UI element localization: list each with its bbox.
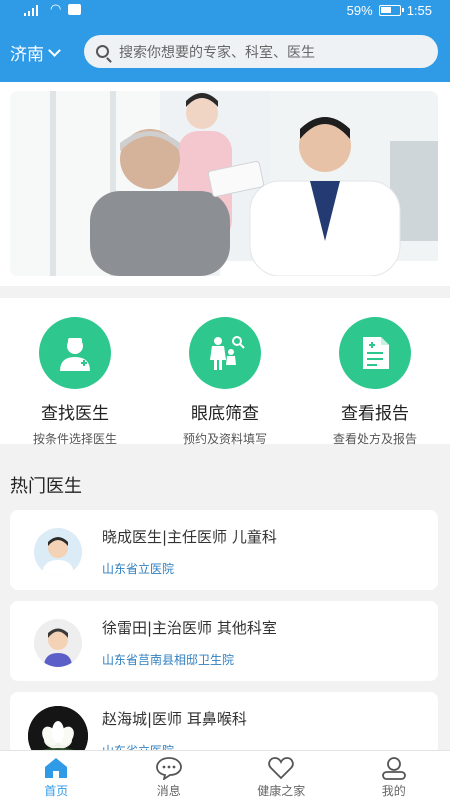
wifi-icon: ◠ [50, 2, 62, 17]
battery-icon [378, 5, 404, 16]
tab-label: 健康之家 [257, 784, 306, 798]
tab-label: 消息 [156, 784, 181, 798]
tab-label: 首页 [44, 784, 69, 798]
doctor-card[interactable]: 晓成医生|主任医师 儿童科 山东省立医院 [10, 510, 438, 590]
clock: 1:55 [406, 3, 432, 18]
notification-icon [68, 4, 81, 15]
city-selector[interactable]: 济南 [10, 40, 61, 65]
doctor-avatar [34, 619, 82, 667]
search-placeholder: 搜索你想要的专家、科室、医生 [119, 44, 315, 61]
bottom-tab-bar: 首页 消息 健康之家 我的 [0, 750, 450, 800]
feature-fundus-screening[interactable]: 眼底筛查 预约及资料填写 [150, 298, 300, 446]
banner-image[interactable] [10, 91, 438, 276]
status-bar: ◠ 59% 1:55 [0, 0, 450, 22]
feature-find-doctor[interactable]: 查找医生 按条件选择医生 [0, 298, 150, 446]
doctor-hospital: 山东省莒南县相邸卫生院 [102, 653, 235, 667]
tab-health-home[interactable]: 健康之家 [225, 751, 338, 800]
message-icon [155, 757, 182, 780]
feature-subtitle: 查看处方及报告 [332, 432, 417, 446]
signal-icon [24, 4, 38, 16]
doctor-name: 晓成医生|主任医师 儿童科 [102, 528, 277, 546]
feature-title: 查找医生 [41, 404, 109, 424]
tab-home[interactable]: 首页 [0, 751, 113, 800]
feature-title: 眼底筛查 [191, 404, 259, 424]
tab-profile[interactable]: 我的 [338, 751, 450, 800]
city-label: 济南 [10, 45, 44, 65]
battery-percent: 59% [346, 3, 373, 18]
section-title: 热门医生 [10, 476, 82, 497]
feature-view-report[interactable]: 查看报告 查看处方及报告 [300, 298, 450, 446]
doctor-avatar [34, 528, 82, 576]
doctor-hospital: 山东省立医院 [102, 562, 175, 576]
user-icon [381, 757, 406, 780]
family-icon [189, 317, 261, 389]
search-input[interactable]: 搜索你想要的专家、科室、医生 [84, 35, 438, 68]
doctor-name: 赵海城|医师 耳鼻喉科 [102, 710, 247, 728]
feature-title: 查看报告 [341, 404, 409, 424]
doctor-icon [39, 317, 111, 389]
search-icon [96, 45, 109, 58]
tab-label: 我的 [381, 784, 406, 798]
feature-subtitle: 预约及资料填写 [182, 432, 267, 446]
banner-section [0, 82, 450, 286]
doctor-name: 徐雷田|主治医师 其他科室 [102, 619, 277, 637]
heart-icon [268, 757, 294, 780]
home-icon [45, 758, 68, 778]
feature-grid: 查找医生 按条件选择医生 眼底筛查 预约及资料填写 查看报告 查看处方及报告 [0, 298, 450, 446]
doctor-card[interactable]: 徐雷田|主治医师 其他科室 山东省莒南县相邸卫生院 [10, 601, 438, 681]
chevron-down-icon [48, 43, 61, 57]
header: ◠ 59% 1:55 济南 搜索你想要的专家、科室、医生 [0, 0, 450, 82]
tab-messages[interactable]: 消息 [113, 751, 226, 800]
feature-subtitle: 按条件选择医生 [32, 432, 117, 446]
report-icon [339, 317, 411, 389]
